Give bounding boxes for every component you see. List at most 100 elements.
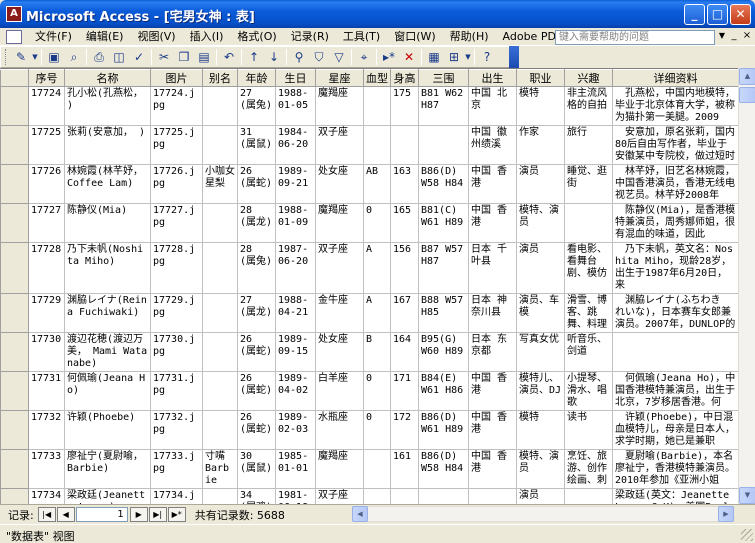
table-cell[interactable]: 乃下未帆(Noshita Miho) <box>64 242 151 294</box>
column-header[interactable]: 三围 <box>418 69 469 87</box>
paste-icon[interactable]: ▤ <box>194 48 214 66</box>
table-cell[interactable] <box>202 203 238 243</box>
table-cell[interactable]: 17728 <box>28 242 65 294</box>
row-selector[interactable] <box>0 410 29 450</box>
column-header[interactable]: 血型 <box>363 69 391 87</box>
new-record-nav-icon[interactable]: ▶* <box>167 507 186 522</box>
table-cell[interactable]: 17729.jpg <box>150 293 203 333</box>
copy-icon[interactable]: ❐ <box>174 48 194 66</box>
menu-records[interactable]: 记录(R) <box>284 28 336 46</box>
row-selector[interactable] <box>0 242 29 294</box>
table-cell[interactable] <box>390 488 419 504</box>
scroll-right-icon[interactable]: ▶ <box>718 506 734 522</box>
table-cell[interactable]: 廖祉宁(夏尉喻， Barbie) <box>64 449 151 489</box>
row-selector[interactable] <box>0 125 29 165</box>
table-cell[interactable]: 模特、演员 <box>516 449 565 489</box>
table-cell[interactable]: 滑雪、博客、跳舞、料理 <box>564 293 613 333</box>
table-cell[interactable]: 中国 香港 <box>468 371 517 411</box>
menu-tools[interactable]: 工具(T) <box>336 28 387 46</box>
first-record-icon[interactable]: |◀ <box>37 507 56 522</box>
table-cell[interactable]: 作家 <box>516 125 565 165</box>
table-cell[interactable]: B87 W57 H87 <box>418 242 469 294</box>
table-cell[interactable]: 1989-09-21 <box>275 164 316 204</box>
toolbar-grip[interactable] <box>5 49 8 65</box>
save-icon[interactable]: ▣ <box>44 48 64 66</box>
column-header[interactable]: 兴趣 <box>564 69 613 87</box>
table-cell[interactable]: 林婉霞(林芊妤， Coffee Lam) <box>64 164 151 204</box>
current-record-input[interactable]: 1 <box>75 507 128 522</box>
find-icon[interactable]: ⌖ <box>354 48 374 66</box>
table-cell[interactable]: 1981-06-18 <box>275 488 316 504</box>
table-cell[interactable]: 处女座 <box>315 332 364 372</box>
table-cell[interactable]: 写真女优 <box>516 332 565 372</box>
table-cell[interactable]: 白羊座 <box>315 371 364 411</box>
table-cell[interactable]: 演员、车模 <box>516 293 565 333</box>
table-cell[interactable] <box>363 449 391 489</box>
table-cell[interactable] <box>363 86 391 126</box>
delete-record-icon[interactable]: ✕ <box>399 48 419 66</box>
new-object-dropdown-icon[interactable]: ▼ <box>464 48 472 66</box>
table-cell[interactable]: 读书 <box>564 410 613 450</box>
horizontal-scrollbar[interactable]: ◀ ▶ <box>352 506 734 522</box>
row-selector[interactable] <box>0 86 29 126</box>
table-cell[interactable]: 17726.jpg <box>150 164 203 204</box>
table-cell[interactable]: 中国 香港 <box>468 203 517 243</box>
filter-by-selection-icon[interactable]: ⚲ <box>289 48 309 66</box>
table-cell[interactable]: 水瓶座 <box>315 410 364 450</box>
table-cell[interactable]: 张莉(安意加， ) <box>64 125 151 165</box>
table-cell[interactable]: 渡辺花穂(渡辺万美， Mami Watanabe) <box>64 332 151 372</box>
table-cell[interactable]: 模特、演员 <box>516 203 565 243</box>
table-cell[interactable]: 31 (属鼠) <box>237 125 276 165</box>
table-cell[interactable]: 171 <box>390 371 419 411</box>
table-row[interactable]: 17727 陈静仪(Mia) 17727.jpg 28 (属龙) 1988-01-09 魔… <box>0 203 739 243</box>
table-cell[interactable] <box>202 410 238 450</box>
table-row[interactable]: 17725 张莉(安意加， ) 17725.jpg 31 (属鼠) 1984-06-20… <box>0 125 739 165</box>
table-cell[interactable]: 1988-01-05 <box>275 86 316 126</box>
help-search-input[interactable]: 键入需要帮助的问题 <box>555 30 715 45</box>
sort-descending-icon[interactable]: ↓ <box>264 48 284 66</box>
table-cell[interactable]: 17734.jpg <box>150 488 203 504</box>
table-cell[interactable]: 中国 北京 <box>468 86 517 126</box>
menu-window[interactable]: 窗口(W) <box>387 28 442 46</box>
table-cell[interactable]: 1989-04-02 <box>275 371 316 411</box>
table-cell[interactable]: 26 (属蛇) <box>237 332 276 372</box>
table-cell[interactable]: 模特儿、演员、DJ <box>516 371 565 411</box>
table-cell[interactable]: 17728.jpg <box>150 242 203 294</box>
table-cell[interactable] <box>202 293 238 333</box>
table-cell[interactable]: 17730 <box>28 332 65 372</box>
column-header[interactable]: 别名 <box>202 69 238 87</box>
new-object-icon[interactable]: ⊞ <box>444 48 464 66</box>
row-selector[interactable] <box>0 449 29 489</box>
table-cell[interactable]: 0 <box>363 410 391 450</box>
table-row[interactable]: 17729 渊脇レイナ(Reina Fuchiwaki) 17729.jpg 27 (… <box>0 293 739 333</box>
table-cell[interactable] <box>202 125 238 165</box>
table-cell[interactable] <box>390 125 419 165</box>
table-cell[interactable]: 中国 香港 <box>468 410 517 450</box>
table-cell[interactable]: 演员 <box>516 164 565 204</box>
vertical-scrollbar[interactable]: ▲ ▼ <box>738 68 755 504</box>
table-cell[interactable] <box>418 125 469 165</box>
table-cell[interactable]: 旅行 <box>564 125 613 165</box>
table-cell[interactable]: 安意加，原名张莉，国内80后自由写作者，毕业于安徽某中专院校，做过短时 <box>612 125 739 165</box>
row-selector-header[interactable] <box>0 69 29 87</box>
table-cell[interactable]: 金牛座 <box>315 293 364 333</box>
table-cell[interactable]: 28 (属兔) <box>237 242 276 294</box>
table-cell[interactable]: 34 (属鸡) <box>237 488 276 504</box>
table-cell[interactable]: 17726 <box>28 164 65 204</box>
table-cell[interactable]: 1989-09-15 <box>275 332 316 372</box>
table-cell[interactable]: 26 (属蛇) <box>237 164 276 204</box>
table-cell[interactable]: 烹饪、旅游、创作绘画、刺 <box>564 449 613 489</box>
scroll-left-icon[interactable]: ◀ <box>352 506 368 522</box>
previous-record-icon[interactable]: ◀ <box>56 507 75 522</box>
help-dropdown-icon[interactable]: ▼ <box>719 31 725 40</box>
database-window-icon[interactable]: ▦ <box>424 48 444 66</box>
table-cell[interactable]: 17727.jpg <box>150 203 203 243</box>
table-cell[interactable]: 1985-01-01 <box>275 449 316 489</box>
print-icon[interactable]: ⎙ <box>89 48 109 66</box>
table-cell[interactable]: 演员 <box>516 488 565 504</box>
table-cell[interactable]: 小咖女星梨 <box>202 164 238 204</box>
cut-icon[interactable]: ✂ <box>154 48 174 66</box>
table-row[interactable]: 17724 孔小松(孔燕松， ) 17724.jpg 27 (属兔) 1988-01-0… <box>0 86 739 126</box>
table-cell[interactable]: 演员 <box>516 242 565 294</box>
table-cell[interactable]: 161 <box>390 449 419 489</box>
